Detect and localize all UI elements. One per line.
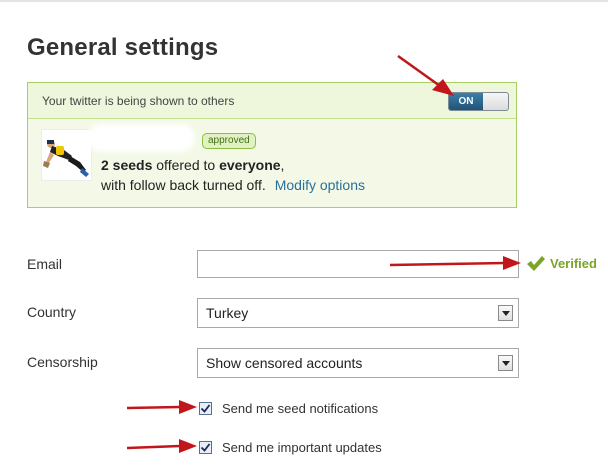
status-badge: approved [202, 133, 256, 149]
seed-offer-summary: 2 seeds offered to everyone, [101, 157, 284, 173]
toggle-on-label: ON [449, 93, 483, 110]
red-arrow-icon [126, 400, 197, 414]
audience-text: everyone [219, 157, 281, 173]
censorship-label: Censorship [27, 354, 98, 370]
censorship-selected-value: Show censored accounts [206, 355, 363, 371]
checkmark-icon [200, 443, 211, 452]
visibility-status-text: Your twitter is being shown to others [42, 94, 235, 108]
checkmark-icon [200, 404, 211, 413]
country-selected-value: Turkey [206, 305, 249, 321]
top-divider [0, 0, 608, 2]
twitter-visibility-panel: Your twitter is being shown to others ON… [27, 82, 517, 208]
important-updates-checkbox[interactable] [199, 441, 212, 454]
email-label: Email [27, 256, 63, 272]
modify-options-link[interactable]: Modify options [275, 177, 365, 193]
redacted-username [91, 128, 191, 148]
panel-header: Your twitter is being shown to others ON [28, 83, 516, 119]
visibility-toggle[interactable]: ON [448, 92, 509, 111]
censorship-select[interactable]: Show censored accounts [197, 348, 519, 378]
offered-to-text: offered to [156, 157, 216, 173]
annotation-arrows [126, 54, 521, 453]
seeds-count: 2 seeds [101, 157, 153, 173]
avatar [41, 129, 92, 181]
chevron-down-icon[interactable] [498, 305, 513, 321]
chevron-down-icon[interactable] [498, 355, 513, 371]
scuba-diver-avatar-icon [42, 130, 91, 180]
country-label: Country [27, 304, 77, 320]
seed-notifications-label: Send me seed notifications [222, 401, 379, 416]
follow-back-summary: with follow back turned off. Modify optio… [101, 177, 365, 193]
follow-back-text: with follow back turned off. [101, 177, 266, 193]
country-select[interactable]: Turkey [197, 298, 519, 328]
verified-text: Verified [550, 256, 597, 271]
red-arrow-icon [126, 439, 197, 453]
seed-notifications-checkbox[interactable] [199, 402, 212, 415]
page-title: General settings [27, 34, 219, 61]
email-field[interactable] [197, 250, 519, 278]
important-updates-label: Send me important updates [222, 440, 382, 455]
offer-suffix: , [280, 157, 285, 173]
check-icon [527, 256, 545, 271]
